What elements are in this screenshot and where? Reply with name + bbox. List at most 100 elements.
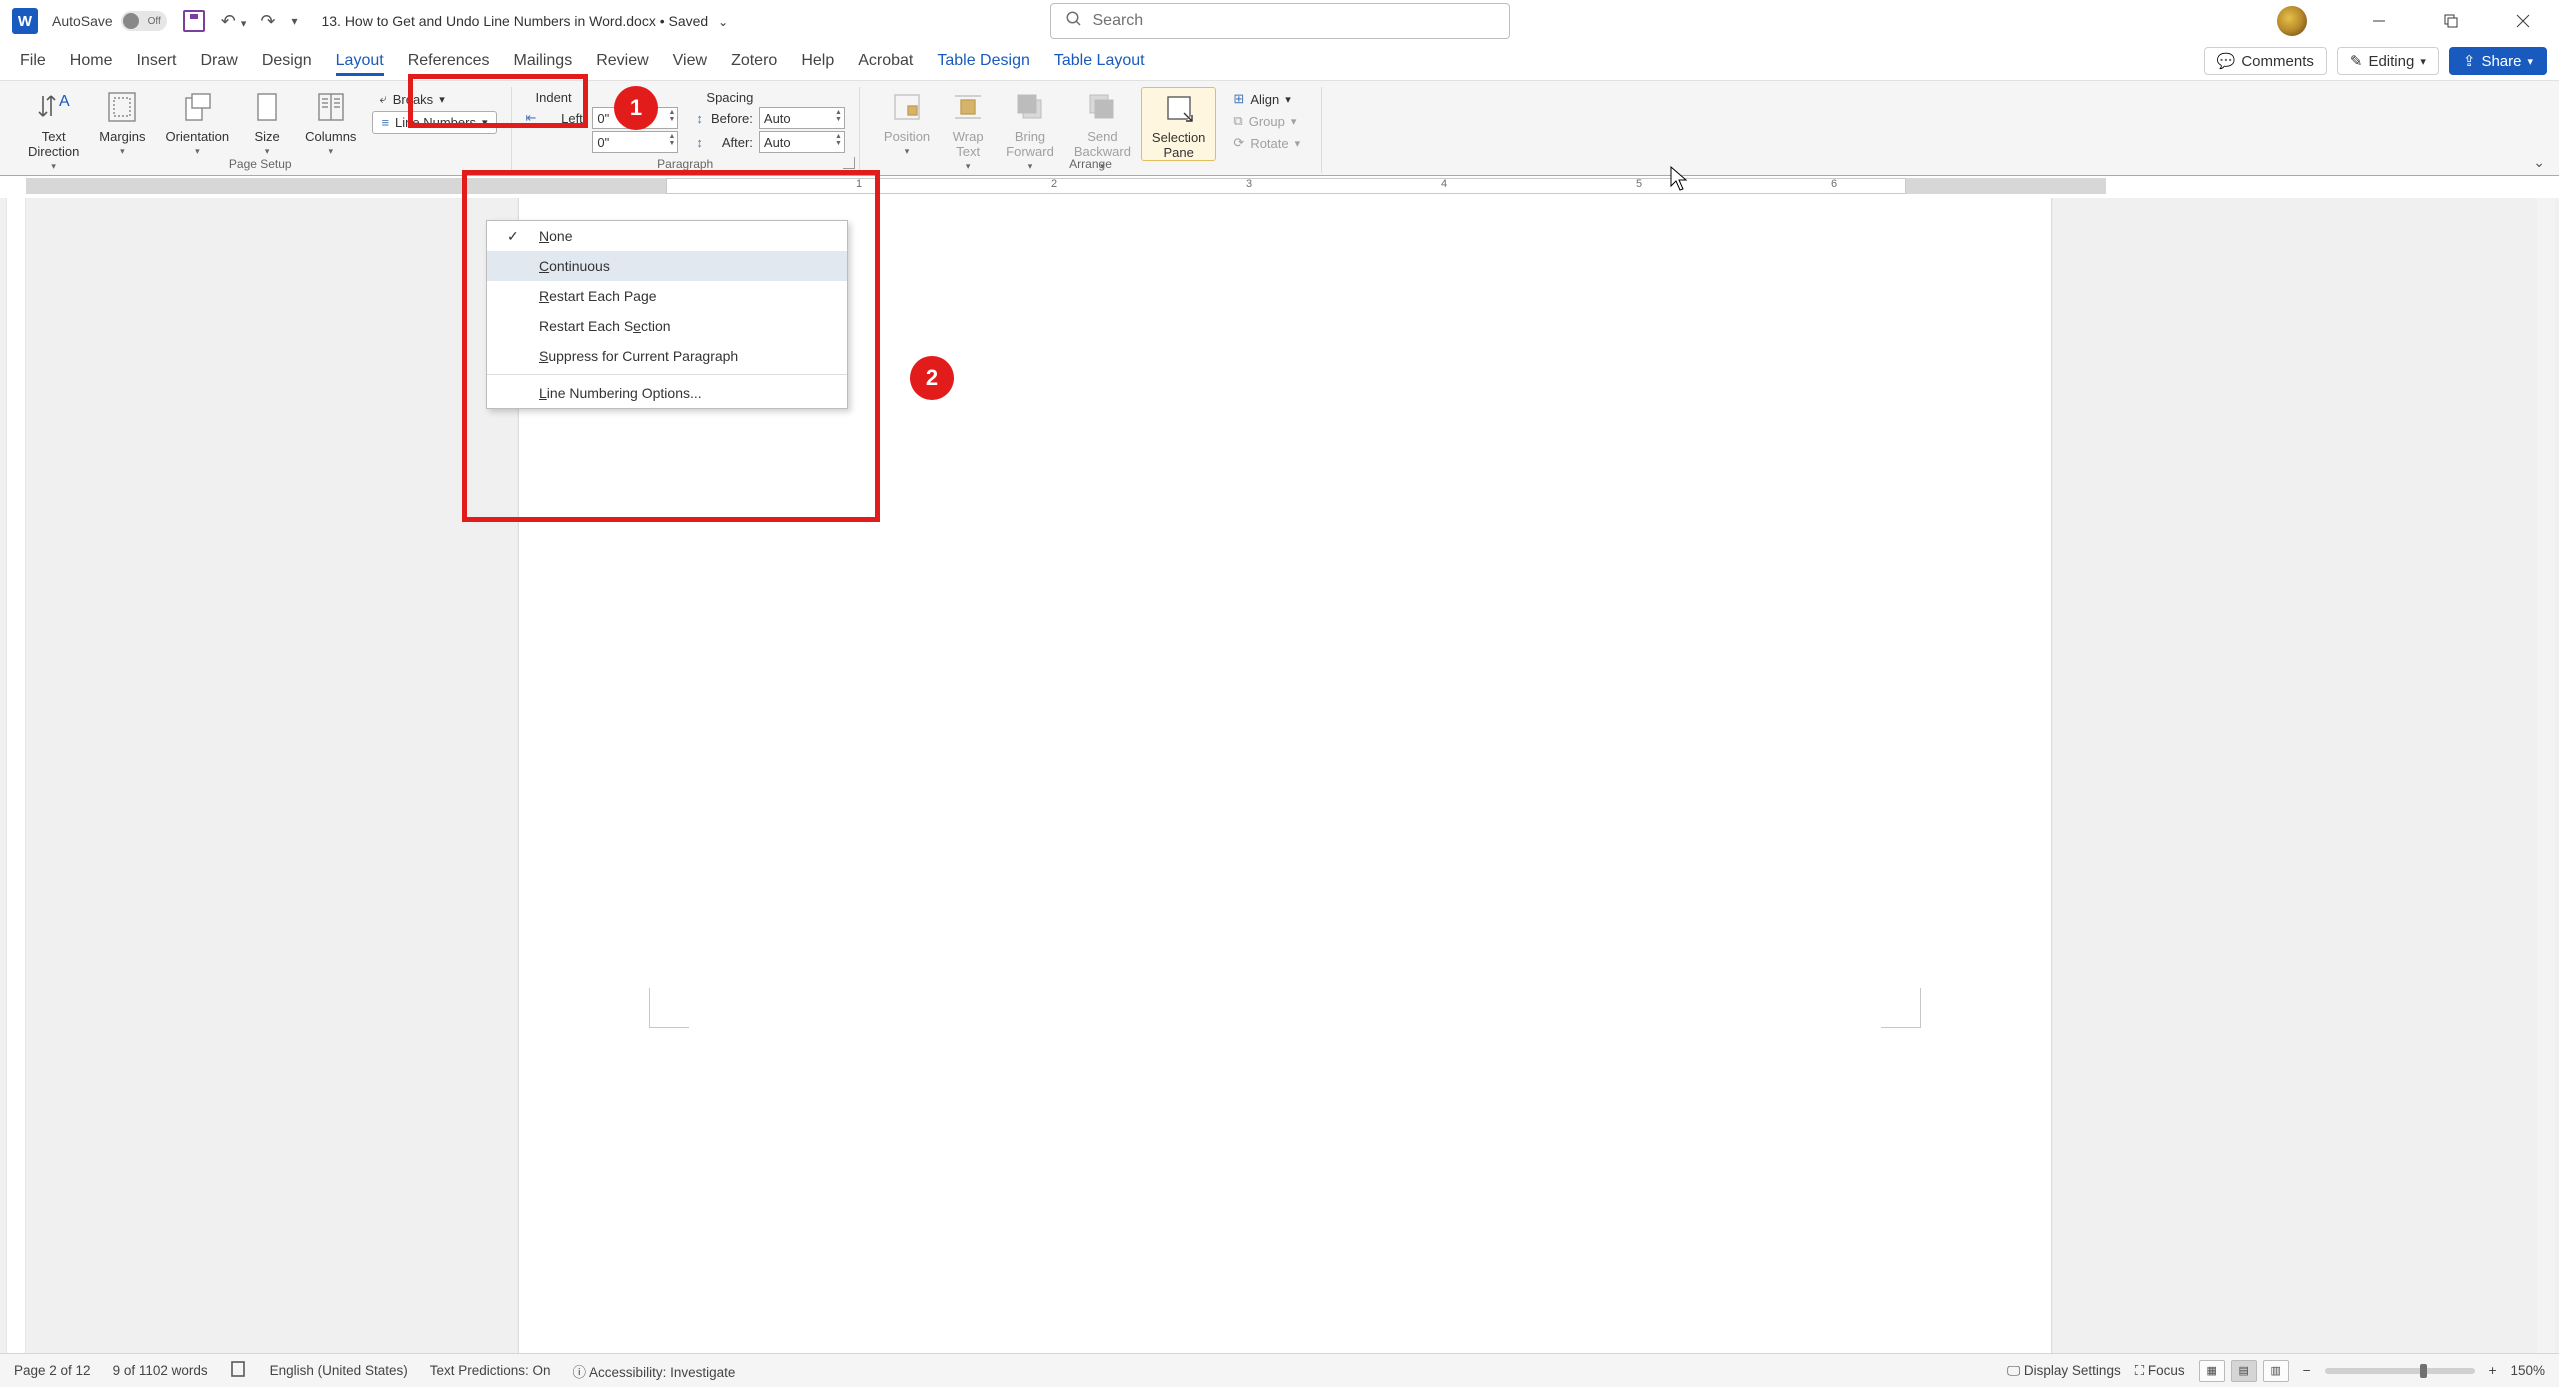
editing-mode-button[interactable]: ✎ Editing ▾	[2337, 47, 2439, 75]
tab-file[interactable]: File	[20, 46, 46, 76]
menu-separator	[487, 374, 847, 375]
line-numbers-continuous[interactable]: Continuous	[487, 251, 847, 281]
text-direction-label: Text Direction	[28, 129, 79, 159]
tab-acrobat[interactable]: Acrobat	[858, 46, 913, 76]
position-icon	[889, 89, 925, 125]
size-button[interactable]: Size ▾	[239, 87, 295, 157]
zoom-in-button[interactable]: +	[2489, 1363, 2497, 1378]
status-bar: Page 2 of 12 9 of 1102 words English (Un…	[0, 1353, 2559, 1387]
orientation-button[interactable]: Orientation ▾	[156, 87, 240, 157]
horizontal-ruler[interactable]: 1 2 3 4 5 6	[26, 176, 2531, 198]
autosave-toggle[interactable]: Off	[121, 11, 167, 31]
line-numbers-button[interactable]: ≡ Line Numbers ▾	[372, 111, 496, 134]
status-word-count[interactable]: 9 of 1102 words	[113, 1363, 208, 1378]
close-button[interactable]	[2487, 0, 2559, 42]
minimize-button[interactable]	[2343, 0, 2415, 42]
tab-view[interactable]: View	[673, 46, 707, 76]
group-page-setup: A Text Direction ▾ Margins ▾ Orientation…	[10, 87, 512, 173]
breaks-icon: ⤶	[379, 91, 386, 107]
zoom-percentage[interactable]: 150%	[2510, 1363, 2545, 1378]
line-numbers-restart-section[interactable]: Restart Each Section	[487, 311, 847, 341]
wrap-text-button[interactable]: Wrap Text ▾	[940, 87, 996, 172]
size-icon	[249, 89, 285, 125]
group-objects-button[interactable]: ⧉ Group ▾	[1226, 111, 1307, 131]
spellcheck-icon[interactable]	[230, 1360, 248, 1381]
text-direction-button[interactable]: A Text Direction ▾	[18, 87, 89, 172]
spacing-after-value: Auto	[764, 135, 791, 150]
user-avatar[interactable]	[2277, 6, 2307, 36]
search-icon	[1065, 10, 1083, 33]
print-layout-button[interactable]: ▤	[2231, 1360, 2257, 1382]
line-numbers-icon: ≡	[381, 115, 389, 130]
indent-left-input[interactable]: 0"▲▼	[592, 107, 678, 129]
orientation-icon	[179, 89, 215, 125]
autosave-label: AutoSave	[52, 13, 113, 29]
position-button[interactable]: Position ▾	[874, 87, 940, 157]
display-settings-button[interactable]: 🖵 Display Settings	[2007, 1363, 2121, 1379]
line-numbers-suppress[interactable]: Suppress for Current Paragraph	[487, 341, 847, 371]
line-numbers-restart-page[interactable]: Restart Each Page	[487, 281, 847, 311]
read-mode-button[interactable]: ▦	[2199, 1360, 2225, 1382]
tab-references[interactable]: References	[408, 46, 490, 76]
document-title[interactable]: 13. How to Get and Undo Line Numbers in …	[321, 13, 728, 29]
indent-heading: Indent	[526, 87, 679, 107]
focus-mode-button[interactable]: ⛶ Focus	[2135, 1363, 2185, 1379]
breaks-button[interactable]: ⤶ Breaks ▾	[372, 89, 496, 109]
share-button[interactable]: ⇪ Share ▾	[2449, 47, 2547, 75]
rotate-button[interactable]: ⟳ Rotate ▾	[1226, 133, 1307, 153]
maximize-button[interactable]	[2415, 0, 2487, 42]
selection-pane-button[interactable]: Selection Pane	[1141, 87, 1216, 161]
spacing-after-label: After:	[709, 135, 753, 150]
rotate-label: Rotate	[1250, 136, 1288, 151]
tab-mailings[interactable]: Mailings	[514, 46, 573, 76]
tab-review[interactable]: Review	[596, 46, 648, 76]
tab-home[interactable]: Home	[70, 46, 113, 76]
chevron-down-icon: ▾	[1285, 93, 1291, 106]
columns-button[interactable]: Columns ▾	[295, 87, 366, 157]
focus-icon: ⛶	[2135, 1363, 2144, 1378]
rotate-icon: ⟳	[1233, 135, 1244, 151]
orientation-label: Orientation	[166, 129, 230, 144]
zoom-slider[interactable]	[2325, 1368, 2475, 1374]
tab-table-design[interactable]: Table Design	[937, 46, 1030, 76]
tab-draw[interactable]: Draw	[200, 46, 237, 76]
spacing-after-input[interactable]: Auto▲▼	[759, 131, 845, 153]
group-label-paragraph: Paragraph	[657, 157, 713, 171]
save-icon[interactable]	[183, 10, 205, 32]
zoom-out-button[interactable]: −	[2303, 1363, 2311, 1378]
line-numbers-none[interactable]: ✓ None	[487, 221, 847, 251]
tab-help[interactable]: Help	[801, 46, 834, 76]
bring-forward-button[interactable]: Bring Forward ▾	[996, 87, 1064, 172]
document-title-text: 13. How to Get and Undo Line Numbers in …	[321, 13, 708, 29]
vertical-scrollbar[interactable]	[2537, 198, 2555, 1353]
send-backward-label: Send Backward	[1074, 129, 1131, 159]
status-language[interactable]: English (United States)	[270, 1363, 408, 1378]
accessibility-label: Accessibility: Investigate	[589, 1365, 735, 1380]
title-chevron-icon[interactable]: ⌄	[718, 15, 728, 29]
chevron-down-icon: ▾	[195, 146, 200, 157]
paragraph-dialog-launcher[interactable]	[843, 157, 855, 169]
web-layout-button[interactable]: ▥	[2263, 1360, 2289, 1382]
tab-design[interactable]: Design	[262, 46, 312, 76]
tab-layout[interactable]: Layout	[336, 46, 384, 76]
ribbon-collapse-button[interactable]: ⌄	[2533, 154, 2545, 171]
spacing-after-icon: ↕	[696, 135, 703, 150]
spacing-before-input[interactable]: Auto▲▼	[759, 107, 845, 129]
tab-table-layout[interactable]: Table Layout	[1054, 46, 1145, 76]
qat-chevron-icon[interactable]: ▾	[291, 14, 297, 28]
margins-button[interactable]: Margins ▾	[89, 87, 155, 157]
status-page[interactable]: Page 2 of 12	[14, 1363, 91, 1378]
status-predictions[interactable]: Text Predictions: On	[430, 1363, 551, 1378]
search-box[interactable]: Search	[1050, 3, 1510, 39]
indent-right-input[interactable]: 0"▲▼	[592, 131, 678, 153]
redo-icon[interactable]: ↷	[260, 11, 275, 32]
undo-icon[interactable]: ↶ ▾	[221, 11, 247, 32]
vertical-ruler[interactable]	[6, 198, 26, 1353]
comments-button[interactable]: 💬 Comments	[2204, 47, 2327, 75]
line-numbering-options[interactable]: Line Numbering Options...	[487, 378, 847, 408]
align-button[interactable]: ⊞ Align ▾	[1226, 89, 1307, 109]
tab-insert[interactable]: Insert	[136, 46, 176, 76]
status-accessibility[interactable]: ⓘ Accessibility: Investigate	[573, 1361, 736, 1381]
comments-label: Comments	[2241, 53, 2314, 70]
tab-zotero[interactable]: Zotero	[731, 46, 777, 76]
